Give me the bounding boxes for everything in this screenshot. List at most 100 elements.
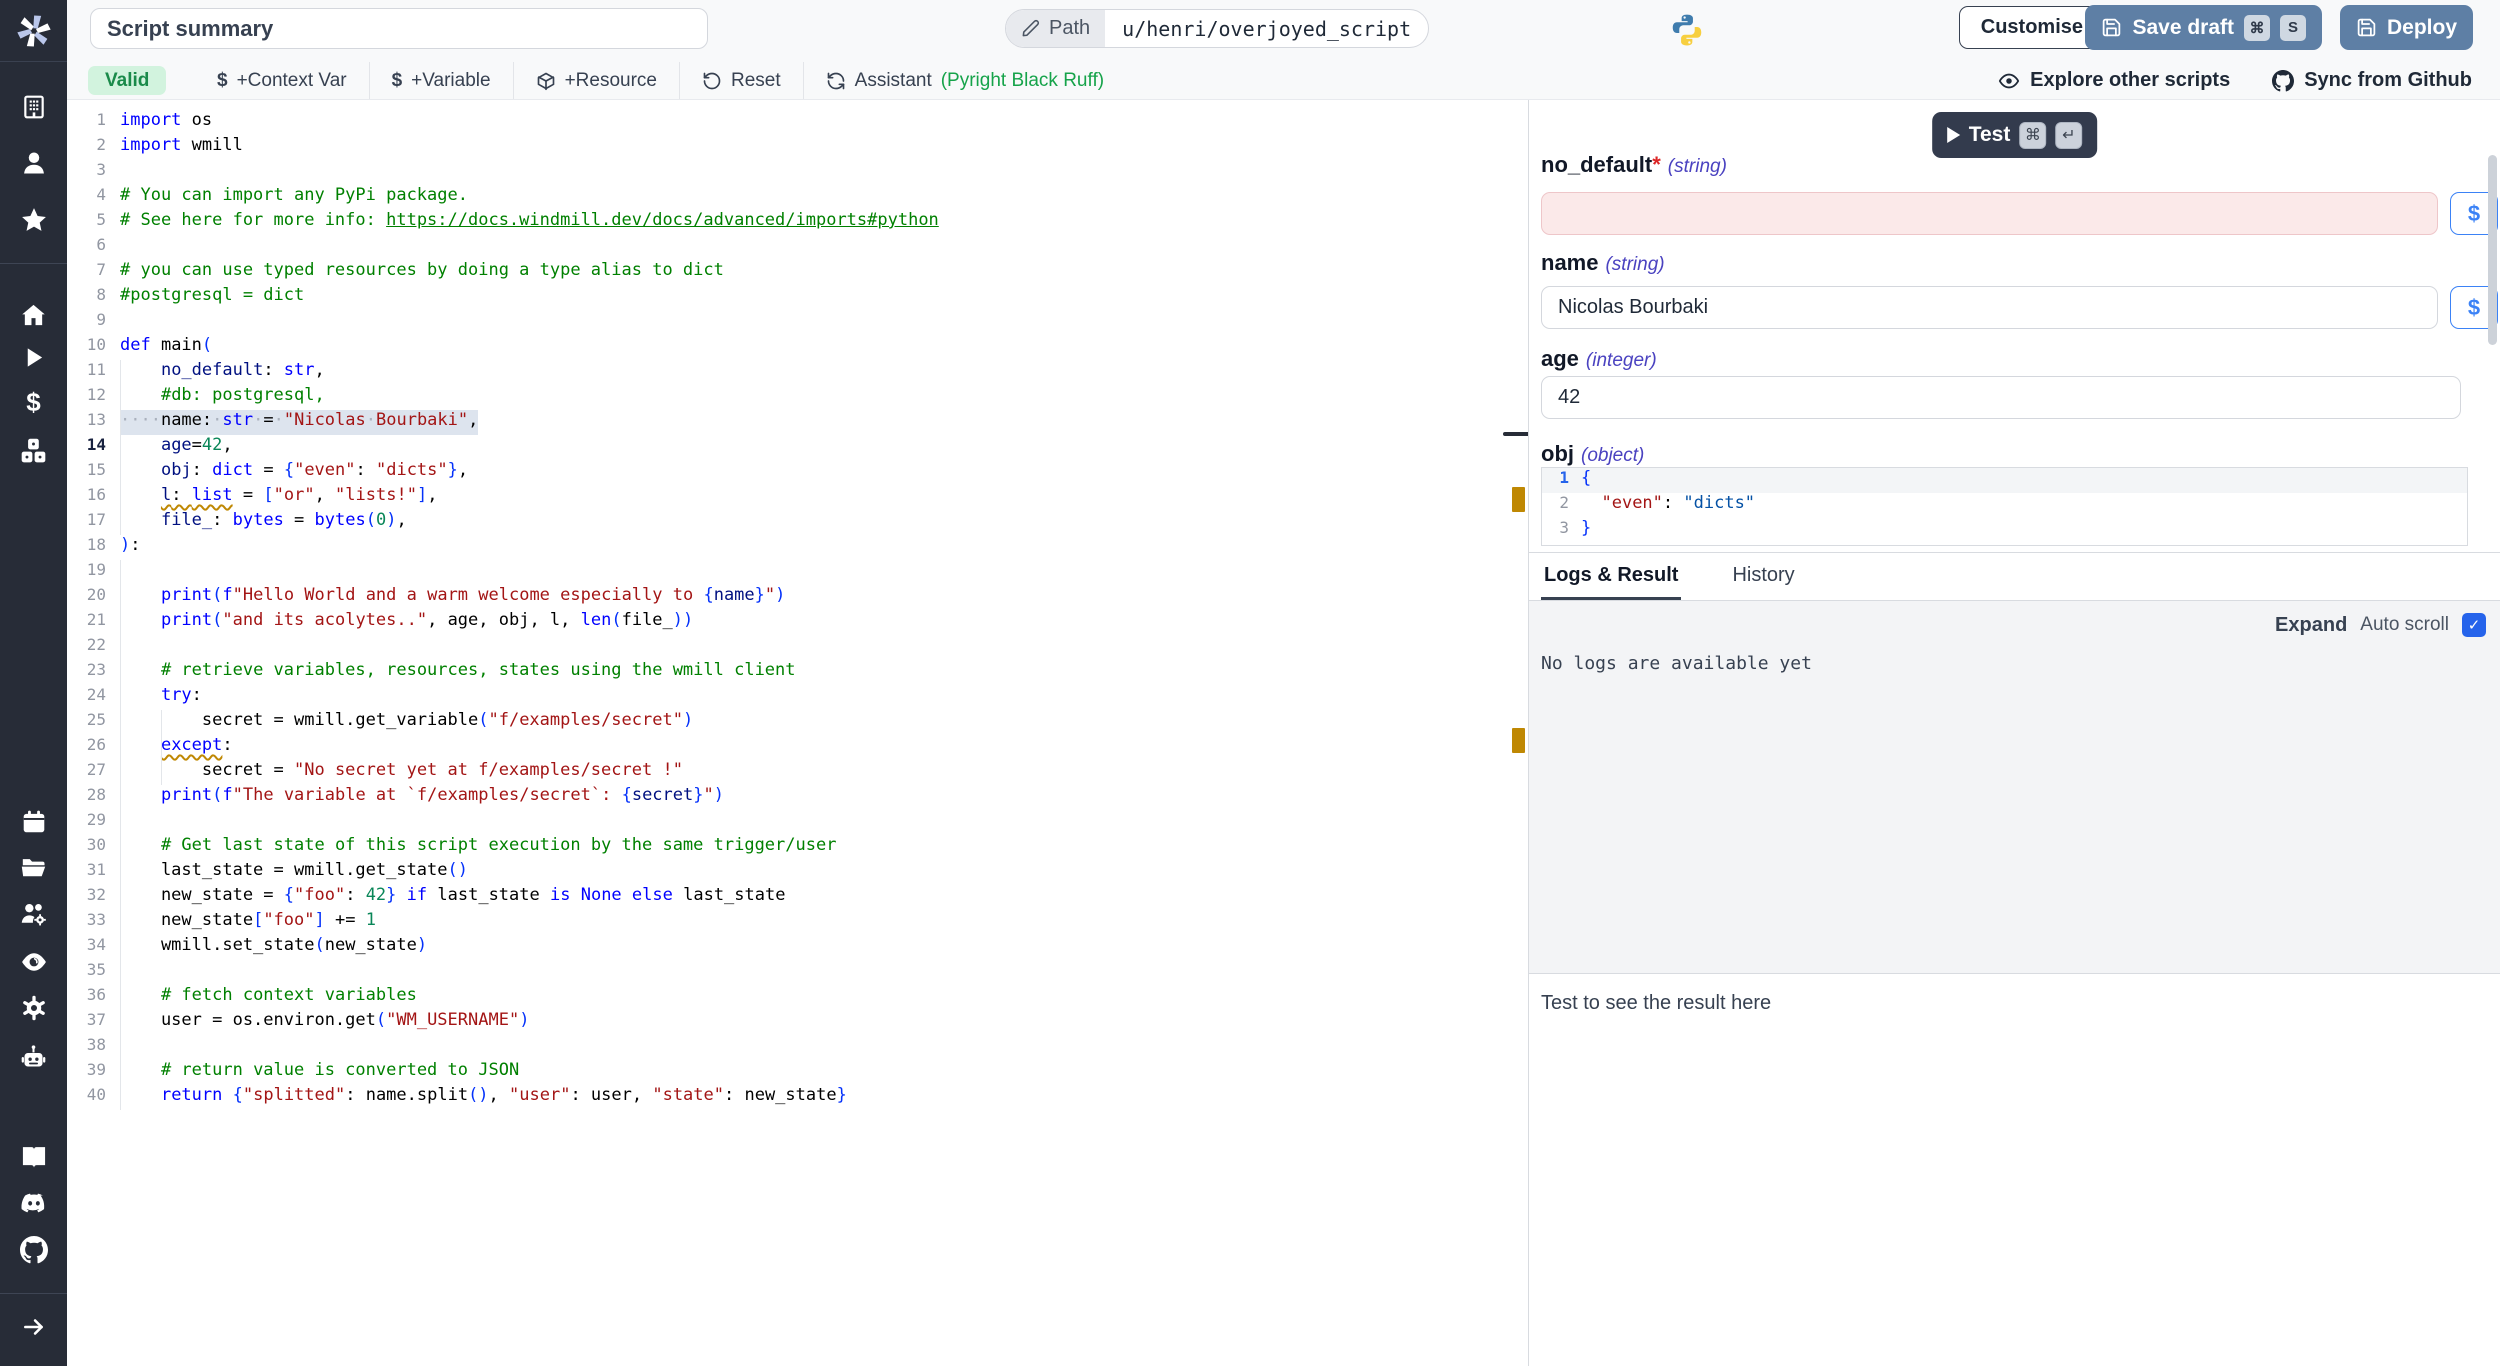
code-line-32[interactable]: 32 new_state = {"foo": 42} if last_state… <box>67 885 1528 910</box>
code-line-2[interactable]: 2 "even": "dicts" <box>1542 493 2467 518</box>
line-number: 19 <box>67 560 106 585</box>
code-line-33[interactable]: 33 new_state["foo"] += 1 <box>67 910 1528 935</box>
code-line-3[interactable]: 3 <box>67 160 1528 185</box>
obj-json-editor[interactable]: 1{2 "even": "dicts"3} <box>1541 467 2468 546</box>
code-line-28[interactable]: 28 print(f"The variable at `f/examples/s… <box>67 785 1528 810</box>
code-line-15[interactable]: 15 obj: dict = {"even": "dicts"}, <box>67 460 1528 485</box>
code-line-3[interactable]: 3} <box>1542 518 2467 543</box>
code-line-38[interactable]: 38 <box>67 1035 1528 1060</box>
sidebar-item-play[interactable] <box>0 337 67 377</box>
toolbar-button-variable[interactable]: $+Variable <box>369 62 513 99</box>
code-line-1[interactable]: 1{ <box>1542 468 2467 493</box>
sidebar-item-users-gear[interactable] <box>0 894 67 934</box>
code-line-24[interactable]: 24 try: <box>67 685 1528 710</box>
age-input[interactable] <box>1541 376 2461 419</box>
sidebar-item-star[interactable] <box>0 200 67 240</box>
sidebar-item-calendar[interactable] <box>0 802 67 842</box>
code-line-content: secret = "No secret yet at f/examples/se… <box>120 760 683 785</box>
sidebar-item-gear[interactable] <box>0 988 67 1028</box>
windmill-logo[interactable] <box>0 0 67 62</box>
code-line-25[interactable]: 25 secret = wmill.get_variable("f/exampl… <box>67 710 1528 735</box>
sidebar-item-robot[interactable] <box>0 1037 67 1077</box>
code-line-22[interactable]: 22 <box>67 635 1528 660</box>
test-button[interactable]: Test ⌘ ↵ <box>1932 112 2098 158</box>
toolbar-button-context-var[interactable]: $+Context Var <box>195 62 369 99</box>
code-line-content: try: <box>120 685 202 710</box>
deploy-button[interactable]: Deploy <box>2340 5 2473 50</box>
code-line-content: l: list = ["or", "lists!"], <box>120 485 437 510</box>
sidebar-item-cubes[interactable] <box>0 430 67 470</box>
code-line-23[interactable]: 23 # retrieve variables, resources, stat… <box>67 660 1528 685</box>
code-line-1[interactable]: 1import os <box>67 110 1528 135</box>
code-line-20[interactable]: 20 print(f"Hello World and a warm welcom… <box>67 585 1528 610</box>
toolbar-button-sync-from-github[interactable]: Sync from Github <box>2272 69 2472 92</box>
sidebar-item-github[interactable] <box>0 1230 67 1270</box>
code-line-16[interactable]: 16 l: list = ["or", "lists!"], <box>67 485 1528 510</box>
code-line-4[interactable]: 4# You can import any PyPi package. <box>67 185 1528 210</box>
code-line-31[interactable]: 31 last_state = wmill.get_state() <box>67 860 1528 885</box>
pane-drag-handle[interactable] <box>1503 432 1528 436</box>
code-line-content: age=42, <box>120 435 233 460</box>
line-number: 10 <box>67 335 106 360</box>
path-widget[interactable]: Path u/henri/overjoyed_script <box>1005 9 1429 48</box>
sidebar-item-discord[interactable] <box>0 1183 67 1223</box>
code-line-content: no_default: str, <box>120 360 325 385</box>
code-line-10[interactable]: 10def main( <box>67 335 1528 360</box>
code-line-content: print("and its acolytes..", age, obj, l,… <box>120 610 693 635</box>
toolbar-button-assistant[interactable]: Assistant (Pyright Black Ruff) <box>803 62 1126 99</box>
sidebar-item-folder[interactable] <box>0 847 67 887</box>
sidebar-item-home[interactable] <box>0 295 67 335</box>
name-input[interactable] <box>1541 286 2438 329</box>
code-line-34[interactable]: 34 wmill.set_state(new_state) <box>67 935 1528 960</box>
code-line-17[interactable]: 17 file_: bytes = bytes(0), <box>67 510 1528 535</box>
code-line-30[interactable]: 30 # Get last state of this script execu… <box>67 835 1528 860</box>
sidebar-item-person[interactable] <box>0 143 67 183</box>
line-number: 36 <box>67 985 106 1010</box>
field-type: (string) <box>1605 254 1664 275</box>
field-type: (string) <box>1668 156 1727 177</box>
code-line-content: "even": "dicts" <box>1581 493 1755 518</box>
line-number: 20 <box>67 585 106 610</box>
code-line-36[interactable]: 36 # fetch context variables <box>67 985 1528 1010</box>
code-line-27[interactable]: 27 secret = "No secret yet at f/examples… <box>67 760 1528 785</box>
code-line-37[interactable]: 37 user = os.environ.get("WM_USERNAME") <box>67 1010 1528 1035</box>
customise-button[interactable]: Customise <box>1959 6 2105 49</box>
code-line-12[interactable]: 12 #db: postgresql, <box>67 385 1528 410</box>
code-line-7[interactable]: 7# you can use typed resources by doing … <box>67 260 1528 285</box>
code-line-9[interactable]: 9 <box>67 310 1528 335</box>
code-line-29[interactable]: 29 <box>67 810 1528 835</box>
sidebar-item-dollar[interactable]: $ <box>0 382 67 422</box>
sidebar-item-building[interactable] <box>0 87 67 127</box>
code-line-19[interactable]: 19 <box>67 560 1528 585</box>
code-line-11[interactable]: 11 no_default: str, <box>67 360 1528 385</box>
code-line-2[interactable]: 2import wmill <box>67 135 1528 160</box>
toolbar-button-resource[interactable]: +Resource <box>513 62 679 99</box>
code-line-5[interactable]: 5# See here for more info: https://docs.… <box>67 210 1528 235</box>
code-line-35[interactable]: 35 <box>67 960 1528 985</box>
auto-scroll-checkbox[interactable]: ✓ <box>2462 613 2486 637</box>
no-default-input[interactable] <box>1541 192 2438 235</box>
form-scrollbar[interactable] <box>2488 155 2497 345</box>
save-draft-button[interactable]: Save draft ⌘ S <box>2085 5 2322 50</box>
code-line-8[interactable]: 8#postgresql = dict <box>67 285 1528 310</box>
code-line-39[interactable]: 39 # return value is converted to JSON <box>67 1060 1528 1085</box>
sidebar-item-book[interactable] <box>0 1137 67 1177</box>
code-line-40[interactable]: 40 return {"splitted": name.split(), "us… <box>67 1085 1528 1110</box>
tab-history[interactable]: History <box>1729 553 1797 600</box>
code-line-21[interactable]: 21 print("and its acolytes..", age, obj,… <box>67 610 1528 635</box>
code-line-18[interactable]: 18): <box>67 535 1528 560</box>
code-line-content: last_state = wmill.get_state() <box>120 860 468 885</box>
code-line-14[interactable]: 14 age=42, <box>67 435 1528 460</box>
sidebar-item-arrow-right[interactable] <box>0 1307 67 1347</box>
code-line-content: except: <box>120 735 233 760</box>
code-line-6[interactable]: 6 <box>67 235 1528 260</box>
code-editor[interactable]: 1import os2import wmill34# You can impor… <box>67 100 1528 1366</box>
code-line-13[interactable]: 13····name:·str·=·"Nicolas·Bourbaki", <box>67 410 1528 435</box>
toolbar-button-explore-other-scripts[interactable]: Explore other scripts <box>1998 69 2230 92</box>
code-line-26[interactable]: 26 except: <box>67 735 1528 760</box>
expand-button[interactable]: Expand <box>2275 614 2347 637</box>
tab-logs-result[interactable]: Logs & Result <box>1541 553 1681 600</box>
sidebar-item-eye[interactable] <box>0 942 67 982</box>
script-summary-input[interactable] <box>90 8 708 49</box>
toolbar-button-reset[interactable]: Reset <box>679 62 803 99</box>
